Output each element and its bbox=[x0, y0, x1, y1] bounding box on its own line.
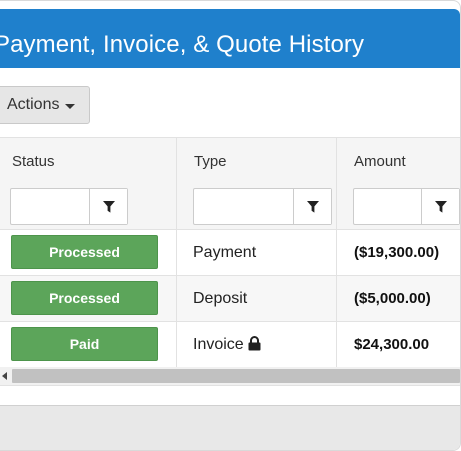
filter-cell-type bbox=[177, 184, 337, 229]
horizontal-scrollbar[interactable] bbox=[0, 367, 460, 386]
panel-title: Payment, Invoice, & Quote History bbox=[0, 31, 365, 58]
actions-label: Actions bbox=[7, 96, 60, 113]
type-label: Invoice bbox=[193, 336, 244, 353]
column-header-type[interactable]: Type bbox=[177, 138, 337, 184]
panel-header: Payment, Invoice, & Quote History bbox=[0, 9, 460, 68]
amount-text: ($5,000.00) bbox=[354, 290, 431, 307]
status-cell: Processed bbox=[0, 276, 177, 321]
filter-cell-status bbox=[0, 184, 177, 229]
column-header-label: Status bbox=[12, 153, 55, 170]
grid-footer bbox=[0, 405, 460, 450]
amount-text: $24,300.00 bbox=[354, 336, 430, 353]
column-header-label: Type bbox=[194, 153, 227, 170]
filter-cell-amount bbox=[337, 184, 460, 229]
type-text: Payment bbox=[193, 244, 257, 261]
table-row[interactable]: Processed Deposit ($5,000.00) bbox=[0, 276, 460, 322]
chevron-left-icon bbox=[2, 372, 7, 380]
type-cell: Invoice bbox=[177, 322, 337, 367]
table-row[interactable]: Processed Payment ($19,300.00) bbox=[0, 230, 460, 276]
amount-cell: ($5,000.00) bbox=[337, 276, 460, 321]
status-filter[interactable] bbox=[10, 188, 128, 225]
filter-icon bbox=[306, 200, 319, 213]
type-filter[interactable] bbox=[193, 188, 332, 225]
grid-filter-row bbox=[0, 184, 460, 230]
actions-dropdown-button[interactable]: Actions bbox=[0, 86, 90, 124]
amount-cell: $24,300.00 bbox=[337, 322, 460, 367]
scroll-left-button[interactable] bbox=[0, 367, 10, 385]
status-badge: Processed bbox=[11, 281, 158, 315]
caret-down-icon bbox=[65, 103, 76, 109]
status-badge: Paid bbox=[11, 327, 158, 361]
column-header-label: Amount bbox=[354, 153, 406, 170]
filter-icon bbox=[102, 200, 115, 213]
type-text: Deposit bbox=[193, 290, 248, 307]
amount-cell: ($19,300.00) bbox=[337, 230, 460, 275]
type-cell: Payment bbox=[177, 230, 337, 275]
grid-header-row: Status Type Amount bbox=[0, 137, 460, 185]
amount-text: ($19,300.00) bbox=[354, 244, 440, 261]
status-cell: Processed bbox=[0, 230, 177, 275]
type-cell: Deposit bbox=[177, 276, 337, 321]
table-row[interactable]: Paid Invoice $24,300.00 bbox=[0, 322, 460, 368]
history-panel: Payment, Invoice, & Quote History Action… bbox=[0, 0, 461, 451]
scrollbar-thumb[interactable] bbox=[12, 369, 460, 383]
lock-icon bbox=[248, 336, 261, 351]
column-header-amount[interactable]: Amount bbox=[337, 138, 460, 184]
status-badge: Processed bbox=[11, 235, 158, 269]
amount-filter[interactable] bbox=[353, 188, 460, 225]
filter-button[interactable] bbox=[421, 189, 459, 224]
filter-icon bbox=[434, 200, 447, 213]
status-cell: Paid bbox=[0, 322, 177, 367]
filter-button[interactable] bbox=[89, 189, 127, 224]
type-text: Invoice bbox=[193, 336, 261, 354]
filter-button[interactable] bbox=[293, 189, 331, 224]
column-header-status[interactable]: Status bbox=[0, 138, 177, 184]
